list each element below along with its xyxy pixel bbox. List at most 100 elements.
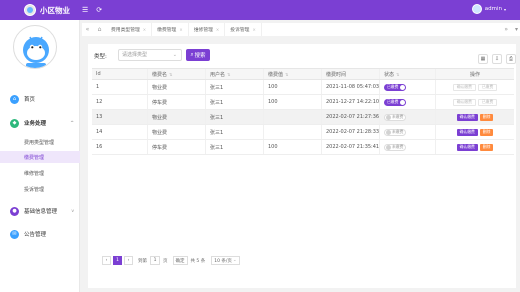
sidebar-item-label: 业务处理 <box>24 121 47 127</box>
sidebar-item-business[interactable]: ◆ 业务处理 ^ <box>0 116 80 130</box>
close-icon[interactable]: × <box>143 27 146 32</box>
user-avatar-large <box>13 25 57 69</box>
status-toggle[interactable]: 未缴费 <box>384 143 406 151</box>
pagination: ‹ 1 › 到第 1 页 确定 共 5 条 10 条/页 ⌄ <box>102 256 240 265</box>
info-icon: ● <box>10 206 19 216</box>
table-row[interactable]: 1 物业费 张三1 100 2021-11-08 05:47:03 已缴费 确认… <box>92 80 514 95</box>
cell-actions: 确认缴费 已缴费 <box>436 95 514 109</box>
col-name[interactable]: 缴费名 ⇅ <box>148 69 206 79</box>
confirm-payment-button[interactable]: 确认缴费 <box>456 128 478 136</box>
close-icon[interactable]: × <box>216 27 219 32</box>
tab-bar: « ⌂ 费用类型管理 × 缴费管理 × 维修管理 × 投诉管理 × » ▾ <box>82 23 520 36</box>
tab-complaint[interactable]: 投诉管理 × <box>225 23 262 36</box>
total-count: 共 5 条 <box>190 258 206 264</box>
cell-name: 物业费 <box>148 125 206 139</box>
paid-button[interactable]: 已缴费 <box>477 83 498 91</box>
cell-user: 张三1 <box>206 140 264 154</box>
refresh-icon[interactable]: ⟳ <box>96 6 102 14</box>
sidebar-item-home[interactable]: ⌂ 首页 <box>0 92 80 106</box>
cell-name: 停车费 <box>148 95 206 109</box>
sidebar-item-info[interactable]: ● 基础信息管理 v <box>0 204 80 218</box>
confirm-payment-button[interactable]: 确认缴费 <box>452 98 476 106</box>
delete-button[interactable]: 删除 <box>479 113 494 121</box>
cell-amount: 100 <box>264 80 322 94</box>
confirm-payment-button[interactable]: 确认缴费 <box>456 143 478 151</box>
close-icon[interactable]: × <box>252 27 255 32</box>
tab-scroll-left-icon[interactable]: « <box>82 26 93 33</box>
prev-page-button[interactable]: ‹ <box>102 256 111 265</box>
cell-user: 张三1 <box>206 80 264 94</box>
paid-button[interactable]: 已缴费 <box>477 98 498 106</box>
tab-fee-type[interactable]: 费用类型管理 × <box>106 23 153 36</box>
cell-id: 16 <box>92 140 148 154</box>
sidebar-sub-repair[interactable]: 维修管理 <box>0 167 80 179</box>
tab-label: 投诉管理 <box>230 28 250 33</box>
table-row[interactable]: 14 物业费 张三1 2022-02-07 21:28:33 未缴费 确认缴费 … <box>92 125 514 140</box>
tab-menu-icon[interactable]: ▾ <box>515 26 518 33</box>
export-icon[interactable]: ⇩ <box>492 54 502 64</box>
app-title: 小区物业 <box>40 5 70 15</box>
cell-time: 2022-02-07 21:28:33 <box>322 125 380 139</box>
columns-icon[interactable]: ▦ <box>478 54 488 64</box>
tab-label: 缴费管理 <box>157 28 177 33</box>
table-row[interactable]: 13 物业费 张三1 2022-02-07 21:27:36 未缴费 确认缴费 … <box>92 110 514 125</box>
cell-id: 14 <box>92 125 148 139</box>
col-id[interactable]: Id <box>92 69 148 79</box>
table-row[interactable]: 16 停车费 张三1 100 2022-02-07 21:35:41 未缴费 确… <box>92 140 514 155</box>
sidebar-item-label: 首页 <box>24 97 36 103</box>
chevron-down-icon: ▾ <box>503 6 506 12</box>
col-user[interactable]: 用户名 ⇅ <box>206 69 264 79</box>
cell-amount <box>264 125 322 139</box>
page-input[interactable]: 1 <box>150 256 160 265</box>
cell-actions: 确认缴费 已缴费 <box>436 80 514 94</box>
hamburger-icon[interactable]: ☰ <box>82 6 88 14</box>
cell-amount: 100 <box>264 140 322 154</box>
sidebar-sub-complaint[interactable]: 投诉管理 <box>0 183 80 195</box>
close-icon[interactable]: × <box>179 27 182 32</box>
tab-repair[interactable]: 维修管理 × <box>189 23 226 36</box>
print-icon[interactable]: ⎙ <box>506 54 516 64</box>
search-button[interactable]: ⌕ 搜索 <box>186 49 210 61</box>
confirm-payment-button[interactable]: 确认缴费 <box>452 83 476 91</box>
user-menu[interactable]: admin ▾ <box>471 4 506 14</box>
tab-payment[interactable]: 缴费管理 × <box>152 23 189 36</box>
col-status[interactable]: 状态 ⇅ <box>380 69 436 79</box>
sidebar-sub-fee-type[interactable]: 费用类型管理 <box>0 136 80 148</box>
tab-label: 维修管理 <box>193 28 213 33</box>
cell-amount <box>264 110 322 124</box>
go-button[interactable]: 确定 <box>172 256 188 265</box>
sidebar-item-label: 基础信息管理 <box>24 209 58 215</box>
chevron-down-icon: ⌄ <box>172 52 177 58</box>
status-toggle[interactable]: 已缴费 <box>384 98 406 106</box>
delete-button[interactable]: 删除 <box>479 128 494 136</box>
sidebar-sub-payment[interactable]: 缴费管理 <box>0 151 80 163</box>
cell-status: 已缴费 <box>380 80 436 94</box>
next-page-button[interactable]: › <box>124 256 133 265</box>
sidebar-item-notice[interactable]: ✉ 公告管理 <box>0 227 80 241</box>
search-icon: ⌕ <box>190 51 194 58</box>
per-page-select[interactable]: 10 条/页 ⌄ <box>211 256 240 265</box>
confirm-payment-button[interactable]: 确认缴费 <box>456 113 478 121</box>
cell-amount: 100 <box>264 95 322 109</box>
tab-scroll-right-icon[interactable]: » <box>504 26 508 33</box>
chevron-down-icon: v <box>71 208 74 214</box>
cell-name: 停车费 <box>148 140 206 154</box>
table-row[interactable]: 12 停车费 张三1 100 2021-12-27 14:22:10 已缴费 确… <box>92 95 514 110</box>
delete-button[interactable]: 删除 <box>479 143 494 151</box>
chevron-up-icon: ^ <box>70 120 74 126</box>
status-toggle[interactable]: 未缴费 <box>384 128 406 136</box>
cell-status: 未缴费 <box>380 140 436 154</box>
type-select-placeholder: 请选择类型 <box>122 52 148 58</box>
avatar <box>471 4 482 14</box>
status-toggle[interactable]: 未缴费 <box>384 113 406 121</box>
status-toggle[interactable]: 已缴费 <box>384 83 406 91</box>
col-amount[interactable]: 缴费值 ⇅ <box>264 69 322 79</box>
cell-actions: 确认缴费 删除 <box>436 125 514 139</box>
user-name: admin <box>484 6 502 12</box>
page-number-button[interactable]: 1 <box>113 256 122 265</box>
cell-id: 13 <box>92 110 148 124</box>
col-time[interactable]: 缴费时间 <box>322 69 380 79</box>
sort-icon: ⇅ <box>169 71 173 77</box>
home-tab-icon[interactable]: ⌂ <box>93 26 106 33</box>
type-select[interactable]: 请选择类型 ⌄ <box>118 49 182 61</box>
